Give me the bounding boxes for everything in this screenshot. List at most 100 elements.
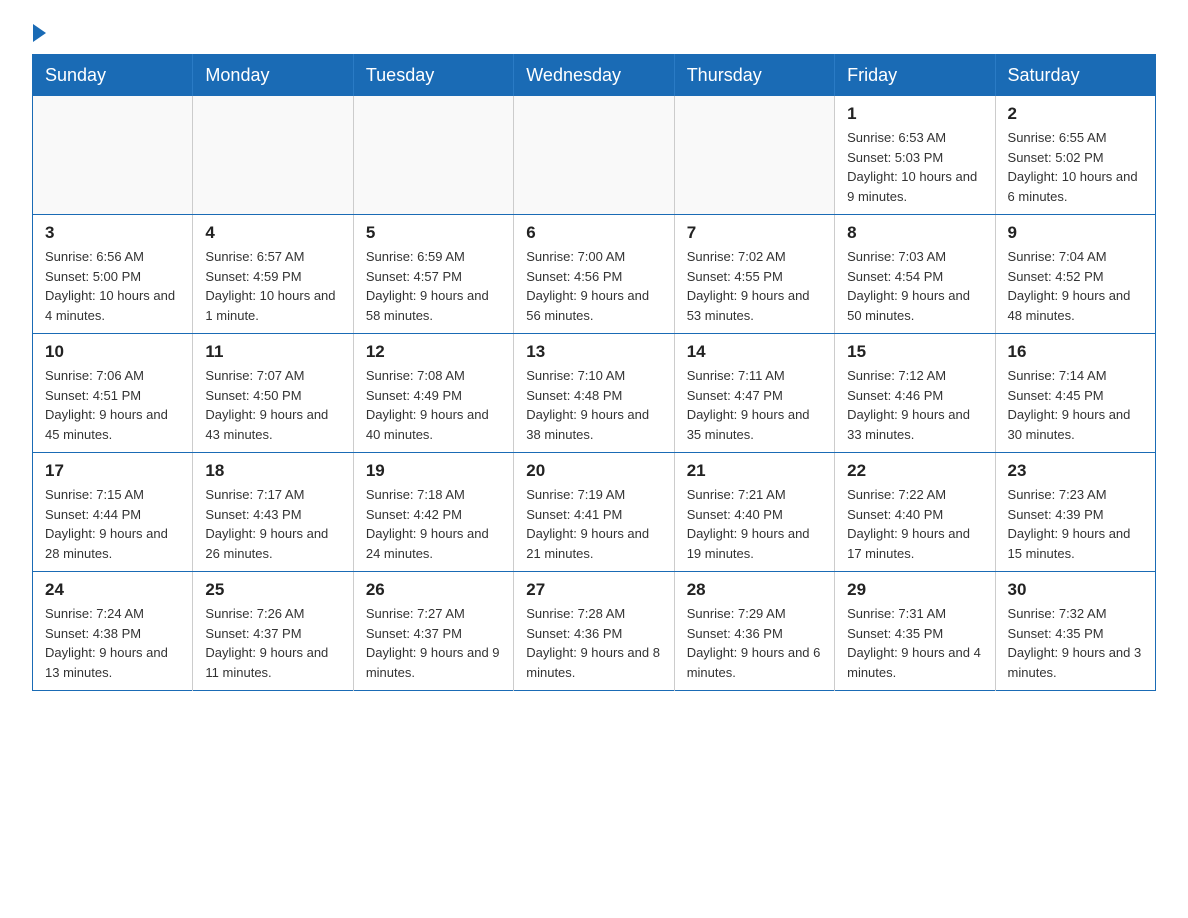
calendar-week-5: 24 Sunrise: 7:24 AM Sunset: 4:38 PM Dayli… — [33, 572, 1156, 691]
day-number: 22 — [847, 461, 982, 481]
day-number: 17 — [45, 461, 180, 481]
calendar-cell — [674, 96, 834, 215]
day-info: Sunrise: 7:18 AM Sunset: 4:42 PM Dayligh… — [366, 485, 501, 563]
logo-area — [32, 24, 48, 38]
calendar-cell: 30Sunrise: 7:32 AM Sunset: 4:35 PM Dayli… — [995, 572, 1155, 691]
day-number: 7 — [687, 223, 822, 243]
calendar-cell: 21 Sunrise: 7:21 AM Sunset: 4:40 PM Dayli… — [674, 453, 834, 572]
day-number: 11 — [205, 342, 340, 362]
day-info: Sunrise: 7:14 AM Sunset: 4:45 PM Dayligh… — [1008, 366, 1143, 444]
calendar-cell: 20 Sunrise: 7:19 AM Sunset: 4:41 PM Dayli… — [514, 453, 674, 572]
day-info: Sunrise: 7:19 AM Sunset: 4:41 PM Dayligh… — [526, 485, 661, 563]
day-number: 27 — [526, 580, 661, 600]
day-info: Sunrise: 7:04 AM Sunset: 4:52 PM Dayligh… — [1008, 247, 1143, 325]
day-number: 24 — [45, 580, 180, 600]
day-info: Sunrise: 7:17 AM Sunset: 4:43 PM Dayligh… — [205, 485, 340, 563]
day-number: 25 — [205, 580, 340, 600]
day-info: Sunrise: 7:02 AM Sunset: 4:55 PM Dayligh… — [687, 247, 822, 325]
day-number: 29 — [847, 580, 982, 600]
calendar-cell: 15Sunrise: 7:12 AM Sunset: 4:46 PM Dayli… — [835, 334, 995, 453]
calendar-cell: 10 Sunrise: 7:06 AM Sunset: 4:51 PM Dayli… — [33, 334, 193, 453]
day-number: 15 — [847, 342, 982, 362]
day-info: Sunrise: 7:11 AM Sunset: 4:47 PM Dayligh… — [687, 366, 822, 444]
calendar-cell: 18 Sunrise: 7:17 AM Sunset: 4:43 PM Dayli… — [193, 453, 353, 572]
day-info: Sunrise: 7:03 AM Sunset: 4:54 PM Dayligh… — [847, 247, 982, 325]
day-number: 28 — [687, 580, 822, 600]
day-info: Sunrise: 7:00 AM Sunset: 4:56 PM Dayligh… — [526, 247, 661, 325]
calendar-cell: 22 Sunrise: 7:22 AM Sunset: 4:40 PM Dayli… — [835, 453, 995, 572]
day-number: 5 — [366, 223, 501, 243]
day-info: Sunrise: 7:06 AM Sunset: 4:51 PM Dayligh… — [45, 366, 180, 444]
calendar-cell: 7 Sunrise: 7:02 AM Sunset: 4:55 PM Daylig… — [674, 215, 834, 334]
calendar-cell: 16 Sunrise: 7:14 AM Sunset: 4:45 PM Dayli… — [995, 334, 1155, 453]
calendar-cell: 1 Sunrise: 6:53 AM Sunset: 5:03 PM Daylig… — [835, 96, 995, 215]
calendar-week-2: 3 Sunrise: 6:56 AM Sunset: 5:00 PM Daylig… — [33, 215, 1156, 334]
day-info: Sunrise: 6:56 AM Sunset: 5:00 PM Dayligh… — [45, 247, 180, 325]
calendar-week-4: 17 Sunrise: 7:15 AM Sunset: 4:44 PM Dayli… — [33, 453, 1156, 572]
day-info: Sunrise: 6:59 AM Sunset: 4:57 PM Dayligh… — [366, 247, 501, 325]
day-info: Sunrise: 6:53 AM Sunset: 5:03 PM Dayligh… — [847, 128, 982, 206]
day-info: Sunrise: 6:55 AM Sunset: 5:02 PM Dayligh… — [1008, 128, 1143, 206]
calendar-header-friday: Friday — [835, 55, 995, 97]
day-info: Sunrise: 7:28 AM Sunset: 4:36 PM Dayligh… — [526, 604, 661, 682]
day-info: Sunrise: 7:10 AM Sunset: 4:48 PM Dayligh… — [526, 366, 661, 444]
calendar-header-tuesday: Tuesday — [353, 55, 513, 97]
day-info: Sunrise: 7:15 AM Sunset: 4:44 PM Dayligh… — [45, 485, 180, 563]
day-number: 4 — [205, 223, 340, 243]
calendar-header-thursday: Thursday — [674, 55, 834, 97]
calendar-cell: 26 Sunrise: 7:27 AM Sunset: 4:37 PM Dayli… — [353, 572, 513, 691]
day-info: Sunrise: 7:31 AM Sunset: 4:35 PM Dayligh… — [847, 604, 982, 682]
calendar-cell — [193, 96, 353, 215]
day-number: 13 — [526, 342, 661, 362]
calendar-header-sunday: Sunday — [33, 55, 193, 97]
day-number: 6 — [526, 223, 661, 243]
day-number: 10 — [45, 342, 180, 362]
calendar-cell: 28Sunrise: 7:29 AM Sunset: 4:36 PM Dayli… — [674, 572, 834, 691]
calendar-table: SundayMondayTuesdayWednesdayThursdayFrid… — [32, 54, 1156, 691]
calendar-cell: 24 Sunrise: 7:24 AM Sunset: 4:38 PM Dayli… — [33, 572, 193, 691]
calendar-header-row: SundayMondayTuesdayWednesdayThursdayFrid… — [33, 55, 1156, 97]
page-header — [32, 24, 1156, 38]
calendar-cell: 27 Sunrise: 7:28 AM Sunset: 4:36 PM Dayli… — [514, 572, 674, 691]
day-number: 19 — [366, 461, 501, 481]
day-number: 18 — [205, 461, 340, 481]
day-info: Sunrise: 7:24 AM Sunset: 4:38 PM Dayligh… — [45, 604, 180, 682]
calendar-cell: 9 Sunrise: 7:04 AM Sunset: 4:52 PM Daylig… — [995, 215, 1155, 334]
calendar-cell: 12Sunrise: 7:08 AM Sunset: 4:49 PM Dayli… — [353, 334, 513, 453]
day-info: Sunrise: 7:22 AM Sunset: 4:40 PM Dayligh… — [847, 485, 982, 563]
day-number: 3 — [45, 223, 180, 243]
calendar-cell: 2 Sunrise: 6:55 AM Sunset: 5:02 PM Daylig… — [995, 96, 1155, 215]
day-number: 8 — [847, 223, 982, 243]
day-number: 16 — [1008, 342, 1143, 362]
calendar-cell: 29 Sunrise: 7:31 AM Sunset: 4:35 PM Dayli… — [835, 572, 995, 691]
day-info: Sunrise: 7:21 AM Sunset: 4:40 PM Dayligh… — [687, 485, 822, 563]
day-number: 26 — [366, 580, 501, 600]
calendar-cell: 23Sunrise: 7:23 AM Sunset: 4:39 PM Dayli… — [995, 453, 1155, 572]
calendar-header-wednesday: Wednesday — [514, 55, 674, 97]
calendar-cell: 19 Sunrise: 7:18 AM Sunset: 4:42 PM Dayli… — [353, 453, 513, 572]
calendar-cell: 25 Sunrise: 7:26 AM Sunset: 4:37 PM Dayli… — [193, 572, 353, 691]
day-info: Sunrise: 7:27 AM Sunset: 4:37 PM Dayligh… — [366, 604, 501, 682]
calendar-week-1: 1 Sunrise: 6:53 AM Sunset: 5:03 PM Daylig… — [33, 96, 1156, 215]
calendar-header-monday: Monday — [193, 55, 353, 97]
calendar-cell — [33, 96, 193, 215]
day-number: 9 — [1008, 223, 1143, 243]
day-number: 14 — [687, 342, 822, 362]
calendar-cell: 6 Sunrise: 7:00 AM Sunset: 4:56 PM Daylig… — [514, 215, 674, 334]
calendar-cell — [353, 96, 513, 215]
day-number: 12 — [366, 342, 501, 362]
calendar-cell: 11Sunrise: 7:07 AM Sunset: 4:50 PM Dayli… — [193, 334, 353, 453]
day-info: Sunrise: 7:32 AM Sunset: 4:35 PM Dayligh… — [1008, 604, 1143, 682]
calendar-cell: 14 Sunrise: 7:11 AM Sunset: 4:47 PM Dayli… — [674, 334, 834, 453]
day-number: 21 — [687, 461, 822, 481]
day-info: Sunrise: 7:26 AM Sunset: 4:37 PM Dayligh… — [205, 604, 340, 682]
day-number: 20 — [526, 461, 661, 481]
day-number: 1 — [847, 104, 982, 124]
logo-triangle-icon — [33, 24, 46, 42]
day-info: Sunrise: 6:57 AM Sunset: 4:59 PM Dayligh… — [205, 247, 340, 325]
calendar-header-saturday: Saturday — [995, 55, 1155, 97]
calendar-cell: 4 Sunrise: 6:57 AM Sunset: 4:59 PM Daylig… — [193, 215, 353, 334]
day-number: 2 — [1008, 104, 1143, 124]
calendar-cell: 17 Sunrise: 7:15 AM Sunset: 4:44 PM Dayli… — [33, 453, 193, 572]
calendar-cell — [514, 96, 674, 215]
